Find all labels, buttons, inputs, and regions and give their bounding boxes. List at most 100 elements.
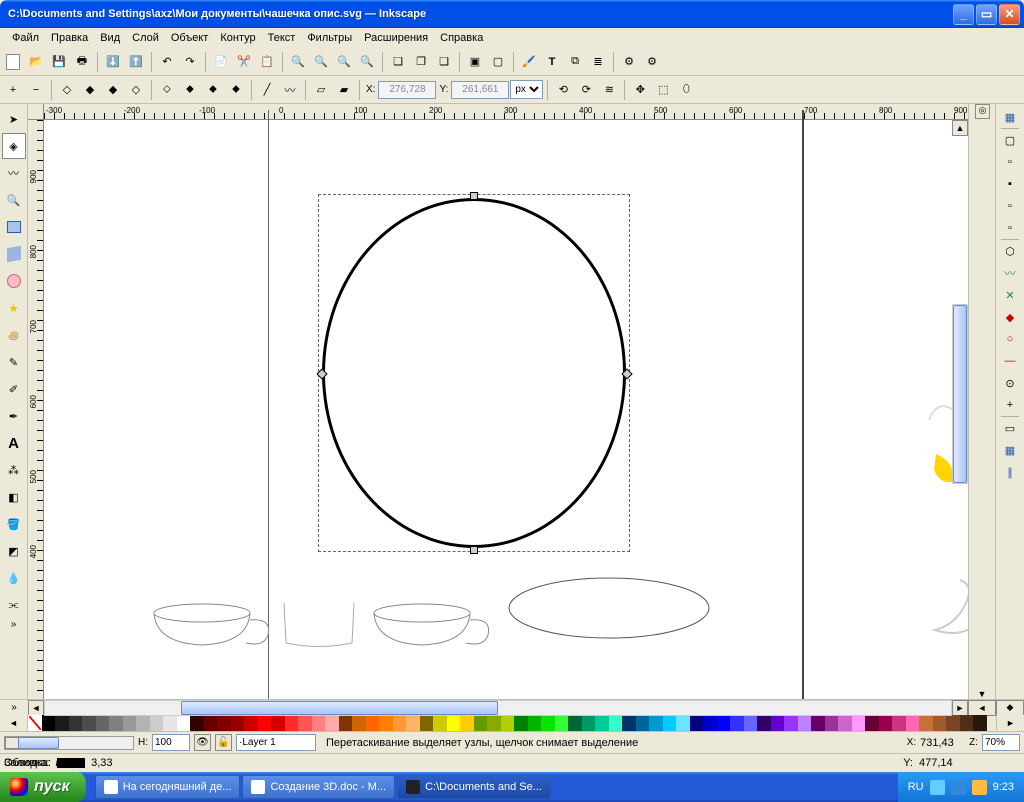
undo-icon[interactable]: ↶ (156, 51, 178, 73)
view-marker-icon[interactable]: ◎ (975, 104, 990, 119)
swatch-none[interactable] (28, 715, 42, 731)
node-bottom[interactable] (470, 546, 478, 554)
color-swatch[interactable] (744, 715, 758, 731)
color-swatch[interactable] (150, 715, 164, 731)
color-swatch[interactable] (771, 715, 785, 731)
color-swatch[interactable] (636, 715, 650, 731)
snap-center-icon[interactable]: ⊙ (999, 372, 1021, 394)
menu-path[interactable]: Контур (214, 30, 261, 46)
doc-prefs-icon[interactable]: ⚙ (641, 51, 663, 73)
rect-tool-icon[interactable] (2, 214, 26, 240)
color-swatch[interactable] (204, 715, 218, 731)
bezier-tool-icon[interactable]: ✐ (2, 376, 26, 402)
snap-bbox-mid-icon[interactable]: ▫ (999, 195, 1021, 217)
color-swatch[interactable] (42, 715, 56, 731)
snap-rotation-icon[interactable]: + (999, 394, 1021, 416)
clone-icon[interactable]: ❐ (410, 51, 432, 73)
color-swatch[interactable] (393, 715, 407, 731)
open-file-icon[interactable]: 📂 (25, 51, 47, 73)
vscroll-thumb[interactable] (953, 305, 967, 483)
color-swatch[interactable] (865, 715, 879, 731)
snap-smooth-icon[interactable]: ○ (999, 328, 1021, 350)
color-swatch[interactable] (82, 715, 96, 731)
save-icon[interactable]: 💾 (48, 51, 70, 73)
print-icon[interactable]: 🖶 (71, 51, 93, 73)
coord-y-input[interactable] (451, 81, 509, 99)
menu-view[interactable]: Вид (94, 30, 126, 46)
color-swatch[interactable] (447, 715, 461, 731)
snap-page-icon[interactable]: ▭ (999, 417, 1021, 439)
tray-icon-2[interactable] (951, 780, 966, 795)
color-swatch[interactable] (906, 715, 920, 731)
color-swatch[interactable] (960, 715, 974, 731)
obj-to-path-icon[interactable]: ▱ (310, 79, 332, 101)
color-swatch[interactable] (312, 715, 326, 731)
window-minimize-button[interactable]: _ (953, 4, 974, 25)
window-maximize-button[interactable]: ▭ (976, 4, 997, 25)
pencil-tool-icon[interactable]: ✎ (2, 349, 26, 375)
color-swatch[interactable] (514, 715, 528, 731)
snap-cusp-icon[interactable]: ◆ (999, 306, 1021, 328)
color-swatch[interactable] (96, 715, 110, 731)
node-join-seg-icon[interactable]: ◆ (102, 79, 124, 101)
zoom-tool-icon[interactable]: 🔍 (2, 187, 26, 213)
snap-grid-icon[interactable]: ▦ (999, 439, 1021, 461)
color-swatch[interactable] (541, 715, 555, 731)
layer-selector[interactable] (236, 734, 316, 751)
color-swatch[interactable] (123, 715, 137, 731)
clip-edit-icon[interactable]: ⬯ (675, 79, 697, 101)
canvas[interactable] (44, 120, 968, 699)
color-swatch[interactable] (136, 715, 150, 731)
node-delete-icon[interactable]: − (25, 79, 47, 101)
next-path-icon[interactable]: ≋ (598, 79, 620, 101)
show-outline-icon[interactable]: ⟳ (575, 79, 597, 101)
color-swatch[interactable] (285, 715, 299, 731)
menu-object[interactable]: Объект (165, 30, 214, 46)
snap-bbox-icon[interactable]: ▢ (999, 129, 1021, 151)
node-cusp-icon[interactable]: ⬦ (156, 79, 178, 101)
color-swatch[interactable] (298, 715, 312, 731)
height-input[interactable] (152, 734, 190, 751)
hscroll-track[interactable] (44, 700, 952, 716)
color-swatch[interactable] (190, 715, 204, 731)
color-swatch[interactable] (487, 715, 501, 731)
calligraphy-tool-icon[interactable]: ✒ (2, 403, 26, 429)
menu-help[interactable]: Справка (434, 30, 489, 46)
color-swatch[interactable] (946, 715, 960, 731)
box3d-tool-icon[interactable] (2, 241, 26, 267)
color-swatch[interactable] (406, 715, 420, 731)
color-swatch[interactable] (622, 715, 636, 731)
node-break-icon[interactable]: ◇ (56, 79, 78, 101)
show-handles-icon[interactable]: ⟲ (552, 79, 574, 101)
zoom-width-icon[interactable]: 🔍 (356, 51, 378, 73)
node-tool-icon[interactable]: ◈ (2, 133, 26, 159)
menu-extensions[interactable]: Расширения (358, 30, 434, 46)
unlink-clone-icon[interactable]: ❏ (433, 51, 455, 73)
import-icon[interactable]: ⬇️ (102, 51, 124, 73)
color-swatch[interactable] (474, 715, 488, 731)
color-swatch[interactable] (177, 715, 191, 731)
color-swatch[interactable] (784, 715, 798, 731)
fill-value[interactable]: Нет (55, 757, 78, 769)
color-swatch[interactable] (609, 715, 623, 731)
color-swatch[interactable] (798, 715, 812, 731)
toolbox-expand-icon[interactable]: » (8, 619, 20, 630)
taskbar-item-2[interactable]: Создание 3D.doc - M... (242, 775, 395, 799)
node-join-icon[interactable]: ◆ (79, 79, 101, 101)
fill-stroke-icon[interactable]: 🖌️ (518, 51, 540, 73)
copy-icon[interactable]: 📄 (210, 51, 232, 73)
layer-lock-icon[interactable]: 🔓 (215, 734, 232, 751)
bound-box-icon[interactable]: ⬚ (652, 79, 674, 101)
window-close-button[interactable]: ✕ (999, 4, 1020, 25)
color-swatch[interactable] (973, 715, 987, 731)
tray-icon-1[interactable] (930, 780, 945, 795)
coord-x-input[interactable] (378, 81, 436, 99)
vscroll-up[interactable]: ▲ (952, 120, 968, 136)
color-swatch[interactable] (649, 715, 663, 731)
color-swatch[interactable] (163, 715, 177, 731)
gradient-tool-icon[interactable]: ◩ (2, 538, 26, 564)
zoom-input[interactable] (982, 734, 1020, 751)
ruler-vertical[interactable]: 900 800 700 600 500 400 (28, 120, 44, 699)
color-swatch[interactable] (501, 715, 515, 731)
color-swatch[interactable] (879, 715, 893, 731)
